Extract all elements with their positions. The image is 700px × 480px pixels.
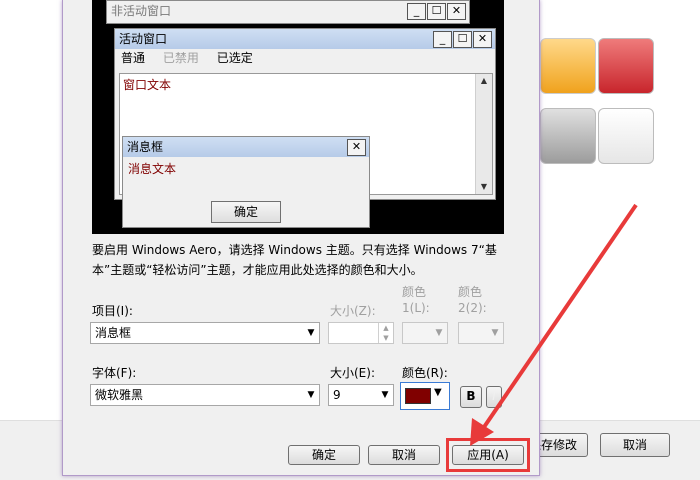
annotation-arrow-icon: [470, 203, 638, 446]
